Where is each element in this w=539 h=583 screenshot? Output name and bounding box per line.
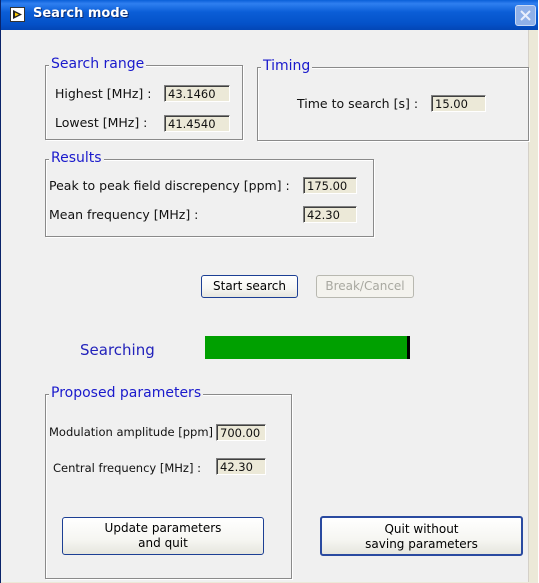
labview-app-icon xyxy=(10,7,25,22)
modulation-amplitude-field[interactable]: 700.00 xyxy=(216,424,266,441)
results-group: Results xyxy=(45,150,374,237)
mean-frequency-label: Mean frequency [MHz] : xyxy=(49,207,199,222)
central-frequency-label: Central frequency [MHz] : xyxy=(53,461,201,475)
lowest-field[interactable]: 41.4540 xyxy=(164,115,230,132)
timing-legend: Timing xyxy=(261,58,313,74)
title-bar[interactable]: Search mode xyxy=(1,0,538,30)
proposed-parameters-legend: Proposed parameters xyxy=(49,385,204,401)
highest-label: Highest [MHz] : xyxy=(55,86,152,101)
highest-field[interactable]: 43.1460 xyxy=(164,85,230,102)
dialog-content: Search range Highest [MHz] : 43.1460 Low… xyxy=(1,30,529,582)
close-button[interactable] xyxy=(515,5,536,26)
break-cancel-button[interactable]: Break/Cancel xyxy=(316,275,414,298)
search-mode-window: Search mode Search range Highest [MHz] :… xyxy=(0,0,538,583)
quit-button-line1: Quit without xyxy=(384,522,459,536)
progress-end-marker xyxy=(407,336,410,359)
start-search-button[interactable]: Start search xyxy=(201,275,298,298)
mean-frequency-field[interactable]: 42.30 xyxy=(303,206,357,223)
peak-to-peak-field[interactable]: 175.00 xyxy=(303,177,357,194)
modulation-amplitude-label: Modulation amplitude [ppm] : xyxy=(49,425,221,439)
progress-fill xyxy=(205,336,407,359)
quit-without-saving-button[interactable]: Quit without saving parameters xyxy=(320,516,523,556)
results-legend: Results xyxy=(49,150,104,166)
time-to-search-field[interactable]: 15.00 xyxy=(431,95,486,112)
close-icon xyxy=(520,10,531,21)
searching-label: Searching xyxy=(80,341,155,359)
time-to-search-label: Time to search [s] : xyxy=(297,96,419,111)
update-button-line1: Update parameters xyxy=(104,521,222,535)
search-range-legend: Search range xyxy=(49,56,147,72)
peak-to-peak-label: Peak to peak field discrepency [ppm] : xyxy=(49,178,290,193)
search-progress-bar xyxy=(205,336,410,359)
window-title: Search mode xyxy=(33,6,129,21)
quit-button-line2: saving parameters xyxy=(365,537,478,551)
central-frequency-field[interactable]: 42.30 xyxy=(216,458,266,475)
update-button-line2: and quit xyxy=(138,536,188,550)
lowest-label: Lowest [MHz] : xyxy=(55,115,148,130)
update-parameters-and-quit-button[interactable]: Update parameters and quit xyxy=(62,517,264,555)
